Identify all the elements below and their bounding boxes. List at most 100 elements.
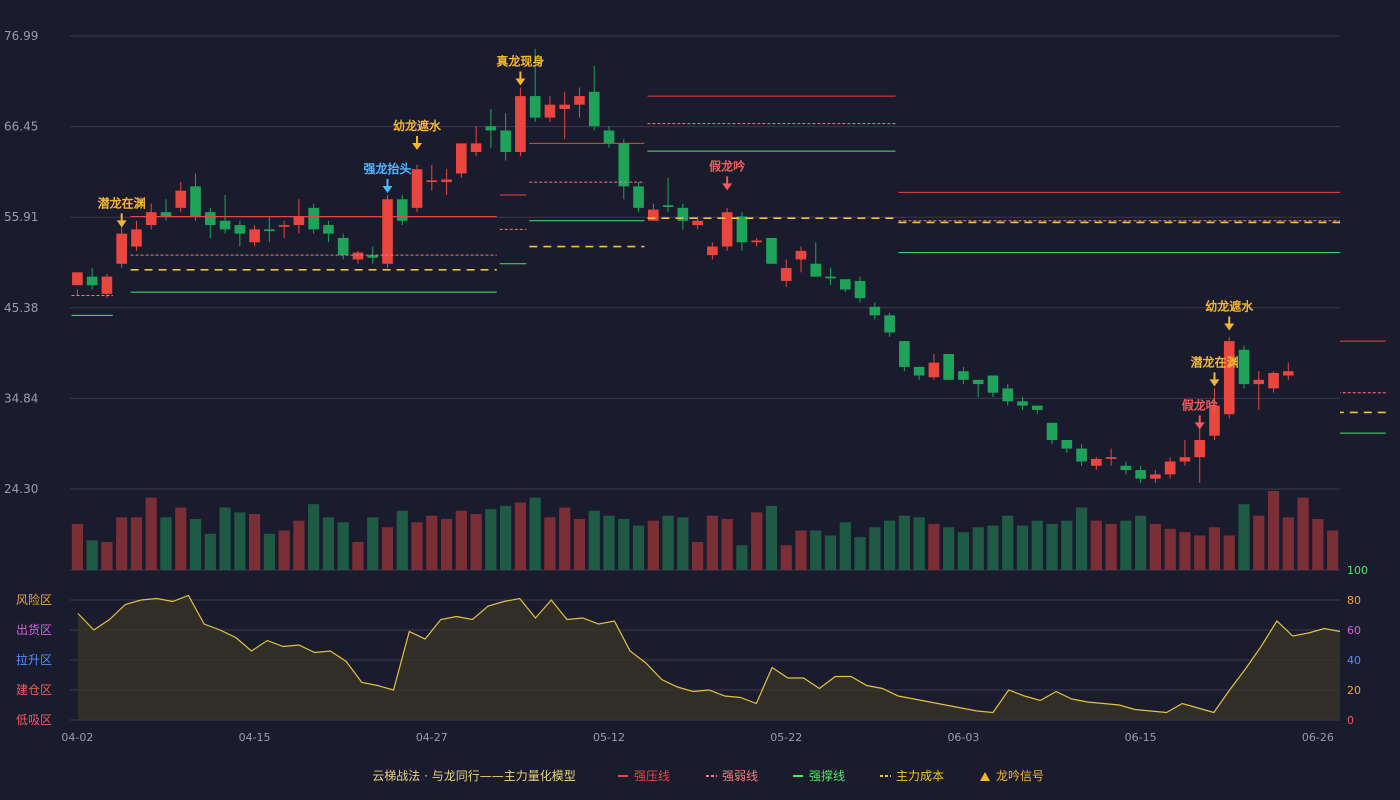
- candle-body: [899, 341, 910, 367]
- volume-bar: [426, 515, 438, 570]
- candle-body: [1194, 439, 1206, 458]
- volume-bar: [706, 515, 718, 570]
- volume-bar: [943, 527, 955, 570]
- volume-bar: [632, 525, 645, 570]
- signal-arrow-icon: [722, 183, 733, 191]
- candle-body: [515, 96, 526, 152]
- volume-bar: [116, 517, 128, 570]
- volume-bar: [234, 512, 246, 570]
- candle-body: [101, 276, 113, 294]
- volume-bar: [721, 518, 733, 570]
- candle-body: [145, 212, 157, 226]
- volume-bar: [175, 507, 187, 570]
- candle-body: [1135, 470, 1146, 479]
- candle-body: [1031, 405, 1043, 410]
- volume-bar: [544, 517, 556, 570]
- candle-body: [396, 199, 408, 221]
- volume-bar: [987, 525, 999, 570]
- signal-arrow-icon: [515, 78, 526, 86]
- volume-bar: [71, 523, 83, 570]
- signal-label: 真龙现身: [496, 53, 544, 68]
- volume-bar: [101, 542, 113, 570]
- date-tick-label: 05-22: [770, 731, 802, 744]
- candle-body: [913, 366, 925, 376]
- signal-label: 强龙抬头: [363, 161, 411, 176]
- candle-body: [426, 180, 438, 183]
- volume-bar: [1238, 504, 1250, 570]
- osc-tick-label: 60: [1347, 624, 1361, 637]
- candle-body: [1061, 439, 1073, 449]
- volume-bar: [1002, 515, 1014, 570]
- candle-body: [1017, 401, 1028, 406]
- candle-body: [131, 229, 142, 247]
- volume-bar: [337, 522, 349, 570]
- volume-bar: [1105, 523, 1117, 570]
- candle-body: [1238, 349, 1250, 385]
- volume-bar: [780, 545, 792, 570]
- signal-label: 潜龙在渊: [98, 195, 146, 210]
- candle-body: [751, 240, 763, 243]
- candle-body: [323, 225, 334, 234]
- volume-bar: [869, 527, 881, 570]
- volume-bar: [972, 527, 984, 570]
- volume-bar: [470, 514, 482, 570]
- volume-bar: [1253, 515, 1265, 570]
- oscillator-area: [78, 595, 1340, 720]
- volume-bar: [529, 497, 541, 570]
- candle-body: [175, 190, 187, 208]
- candle-body: [337, 237, 349, 256]
- candle-body: [1120, 465, 1132, 471]
- candle-body: [780, 268, 792, 281]
- candle-body: [618, 143, 630, 187]
- price-tick-label: 45.38: [4, 301, 38, 315]
- volume-bar: [647, 520, 659, 570]
- price-tick-label: 76.99: [4, 29, 38, 43]
- volume-bar: [367, 517, 379, 570]
- osc-tick-label: 0: [1347, 714, 1354, 727]
- volume-bar: [603, 515, 615, 570]
- signal-label: 假龙吟: [1182, 397, 1218, 412]
- zone-label: 风险区: [16, 592, 52, 607]
- candle-body: [588, 91, 600, 127]
- candle-body: [854, 280, 866, 299]
- signal-arrow-icon: [1209, 379, 1220, 387]
- volume-bar: [883, 520, 896, 570]
- volume-bar: [1327, 530, 1339, 570]
- signal-label: 潜龙在渊: [1190, 354, 1238, 369]
- candle-body: [456, 143, 467, 174]
- volume-bar: [751, 512, 763, 570]
- date-tick-label: 06-03: [947, 731, 979, 744]
- candle-body: [382, 199, 393, 264]
- volume-bar: [824, 535, 837, 570]
- volume-bar: [854, 537, 866, 570]
- candle-body: [160, 212, 172, 217]
- volume-bar: [1164, 528, 1176, 570]
- candle-body: [692, 220, 703, 226]
- candle-body: [736, 216, 748, 243]
- candle-body: [1046, 422, 1058, 440]
- volume-bar: [500, 505, 512, 570]
- volume-bar: [86, 540, 98, 570]
- zone-label: 建仓区: [16, 683, 52, 697]
- candle-body: [234, 225, 246, 234]
- volume-bar: [1120, 520, 1132, 570]
- volume-bar: [1016, 525, 1029, 570]
- volume-bar: [1031, 520, 1043, 570]
- candle-body: [928, 362, 940, 378]
- volume-bar: [278, 530, 290, 570]
- candle-body: [1223, 341, 1235, 415]
- signal-arrow-icon: [116, 220, 127, 228]
- volume-bar: [559, 507, 571, 570]
- volume-bar: [1135, 515, 1147, 570]
- candle-body: [308, 207, 319, 230]
- candle-body: [766, 237, 777, 264]
- volume-bar: [1090, 520, 1102, 570]
- volume-bar: [1075, 507, 1088, 570]
- candle-body: [662, 205, 674, 208]
- price-tick-label: 66.45: [4, 120, 38, 134]
- candle-body: [1150, 474, 1161, 479]
- volume-bar: [1267, 491, 1280, 570]
- volume-bar: [1061, 520, 1073, 570]
- candle-body: [943, 354, 954, 380]
- volume-bar: [1223, 535, 1235, 570]
